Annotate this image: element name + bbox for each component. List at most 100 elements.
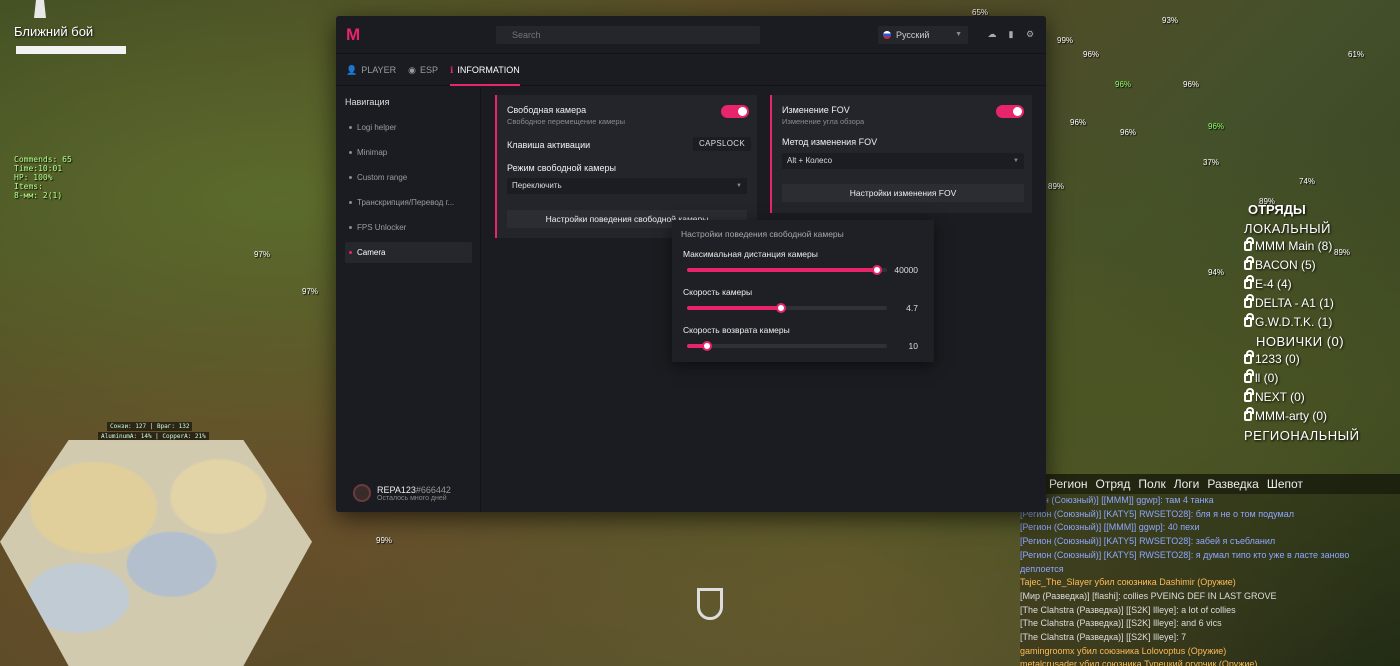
chat-tabs: Регион Отряд Полк Логи Разведка Шепот (1045, 474, 1400, 494)
gear-icon[interactable]: ⚙ (1025, 29, 1035, 39)
slider-handle[interactable] (776, 303, 786, 313)
squads-newbies-header: НОВИЧКИ (0) (1256, 334, 1345, 349)
camera-mode-select[interactable]: Переключить ▼ (507, 178, 747, 194)
melee-label: Ближний бой (14, 24, 94, 39)
tab-information[interactable]: ℹ INFORMATION (449, 54, 520, 86)
squad-row[interactable]: ll (0) (1244, 369, 1400, 385)
tab-label: INFORMATION (457, 64, 520, 75)
chat-tab-region[interactable]: Регион (1049, 477, 1088, 491)
return-speed-slider[interactable] (687, 341, 887, 351)
percent-label: 97% (302, 287, 319, 296)
fov-settings-button[interactable]: Настройки изменения FOV (782, 184, 1024, 202)
squad-row[interactable]: BACON (5) (1244, 256, 1400, 272)
tab-player[interactable]: 👤 PLAYER (346, 54, 396, 86)
camera-speed-slider[interactable] (687, 303, 887, 313)
slider-value: 10 (908, 341, 918, 351)
lock-icon (1244, 350, 1254, 364)
chat-log[interactable]: Регион (Союзный)] [[MMM]] ggwp]: там 4 т… (1020, 494, 1400, 666)
nav-item-custom-range[interactable]: Custom range (345, 167, 472, 188)
nav-sidebar: Навигация Logi helper Minimap Custom ran… (336, 87, 481, 512)
menu-topbar: M Русский ▼ ☁ ▮ ⚙ (336, 16, 1046, 54)
chat-tab-logs[interactable]: Логи (1174, 477, 1200, 491)
activation-key-button[interactable]: CAPSLOCK (693, 137, 751, 151)
lock-icon (1244, 294, 1254, 308)
lock-icon (1244, 388, 1254, 402)
chat-line: Tajec_The_Slayer убил союзника Dashimir … (1020, 577, 1236, 588)
slider-handle[interactable] (702, 341, 712, 351)
squad-row[interactable]: DELTA - A1 (1) (1244, 294, 1400, 310)
chevron-down-icon: ▼ (955, 31, 962, 38)
percent-label: 96% (1208, 122, 1225, 131)
percent-label: 96% (1083, 50, 1100, 59)
squad-row[interactable]: E-4 (4) (1244, 275, 1400, 291)
stat-line: 8-мм: 2(1) (14, 191, 63, 200)
nav-item-logi-helper[interactable]: Logi helper (345, 117, 472, 138)
language-value: Русский (896, 30, 930, 40)
max-distance-slider[interactable] (687, 265, 887, 275)
chat-tab-whisper[interactable]: Шепот (1267, 477, 1303, 491)
free-camera-toggle[interactable] (721, 105, 749, 118)
fov-title: Изменение FOV (782, 105, 850, 115)
nav-item-fps-unlocker[interactable]: FPS Unlocker (345, 217, 472, 238)
percent-label: 96% (1070, 118, 1087, 127)
tab-esp[interactable]: ◉ ESP (408, 54, 438, 86)
squad-name: ll (0) (1255, 371, 1279, 385)
nav-item-camera[interactable]: Camera (345, 242, 472, 263)
stat-line: Time:10:01 (14, 164, 63, 173)
slider-handle[interactable] (872, 265, 882, 275)
search-input[interactable] (496, 26, 760, 44)
camera-mode-value: Переключить (512, 181, 562, 190)
tab-label: PLAYER (361, 64, 397, 75)
chat-tab-squad[interactable]: Отряд (1096, 477, 1131, 491)
chat-line: gamingroomx убил союзника Lolovoptus (Ор… (1020, 645, 1227, 656)
stat-line: HP: 100% (14, 173, 53, 182)
percent-label: 99% (1057, 36, 1074, 45)
squad-name: BACON (5) (1255, 258, 1316, 272)
nav-item-transcription[interactable]: Транскрипция/Перевод г... (345, 192, 472, 213)
squads-title: ОТРЯДЫ (1248, 202, 1306, 217)
nav-title: Навигация (345, 97, 390, 107)
tab-label: ESP (419, 64, 438, 75)
fov-subtitle: Изменение угла обзора (782, 117, 865, 126)
language-select[interactable]: Русский ▼ (878, 26, 968, 44)
camera-mode-label: Режим свободной камеры (507, 163, 616, 173)
percent-label: 94% (1208, 268, 1225, 277)
popup-title: Настройки поведения свободной камеры (681, 229, 844, 239)
slider-fill (687, 268, 877, 272)
squad-row[interactable]: NEXT (0) (1244, 388, 1400, 404)
cloud-icon[interactable]: ☁ (987, 29, 997, 39)
squads-regional-header: РЕГИОНАЛЬНЫЙ (1244, 428, 1360, 443)
fov-method-select[interactable]: Alt + Колесо ▼ (782, 153, 1024, 169)
slider-label: Скорость камеры (683, 287, 753, 297)
avatar (353, 484, 371, 502)
resource-readout: AluminumA: 14% | CopperA: 21% (98, 432, 209, 441)
squad-row[interactable]: G.W.D.T.K. (1) (1244, 313, 1400, 329)
percent-label: 96% (1115, 80, 1132, 89)
percent-label: 96% (1183, 80, 1200, 89)
chat-tab-regiment[interactable]: Полк (1138, 477, 1165, 491)
free-camera-subtitle: Свободное перемещение камеры (507, 117, 625, 126)
chevron-down-icon: ▼ (1013, 158, 1019, 164)
squad-row[interactable]: 1233 (0) (1244, 350, 1400, 366)
free-camera-title: Свободная камера (507, 105, 587, 115)
brand-logo-icon: M (346, 25, 361, 44)
percent-label: 74% (1299, 177, 1316, 186)
slider-fill (687, 306, 781, 310)
menu-tabs: 👤 PLAYER ◉ ESP ℹ INFORMATION (336, 54, 1046, 86)
percent-label: 99% (376, 536, 393, 545)
squad-row[interactable]: MMM Main (8) (1244, 237, 1400, 253)
squad-row[interactable]: MMM-arty (0) (1244, 407, 1400, 423)
nav-item-minimap[interactable]: Minimap (345, 142, 472, 163)
percent-label: 96% (1120, 128, 1137, 137)
resource-readout: Сонзи: 127 | Враг: 132 (107, 422, 193, 431)
slider-value: 40000 (894, 265, 918, 275)
chat-tab-intel[interactable]: Разведка (1207, 477, 1259, 491)
squads-panel: ОТРЯДЫ ЛОКАЛЬНЫЙ MMM Main (8) BACON (5) … (1240, 200, 1400, 446)
fov-toggle[interactable] (996, 105, 1024, 118)
chat-line: [Регион (Союзный)] [KATY5] RWSETO28]: я … (1020, 549, 1350, 560)
slider-label: Максимальная дистанция камеры (683, 249, 818, 259)
stat-line: Commends: 65 (14, 155, 72, 164)
minimap[interactable] (0, 440, 312, 666)
bookmark-icon[interactable]: ▮ (1006, 29, 1016, 39)
chat-line: [Регион (Союзный)] [KATY5] RWSETO28]: за… (1020, 536, 1276, 547)
